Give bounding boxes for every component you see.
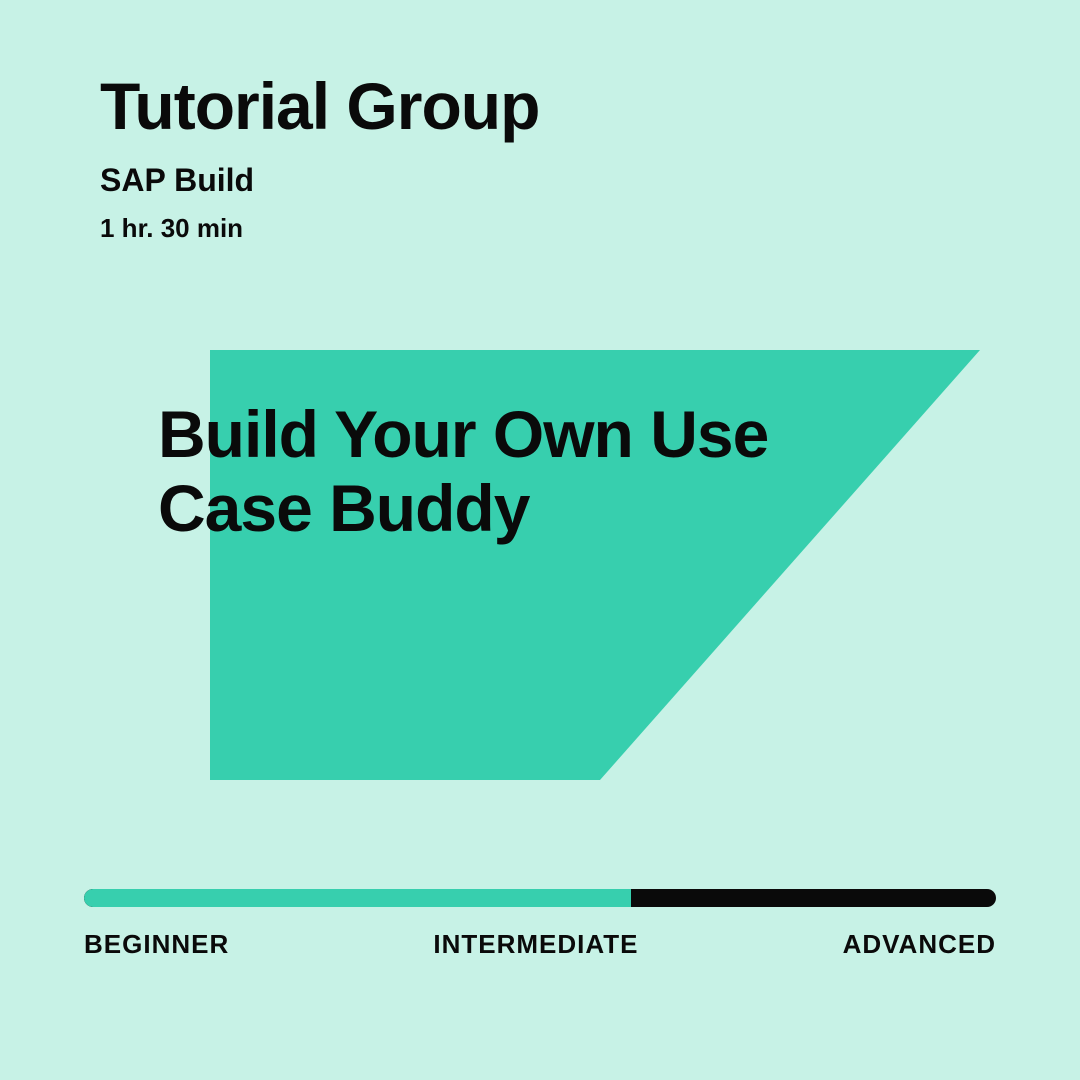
- subtitle: SAP Build: [100, 162, 539, 199]
- page-title: Tutorial Group: [100, 68, 539, 144]
- header-block: Tutorial Group SAP Build 1 hr. 30 min: [100, 68, 539, 244]
- difficulty-label-intermediate: INTERMEDIATE: [433, 929, 638, 960]
- difficulty-bar-fill: [84, 889, 631, 907]
- difficulty-labels: BEGINNER INTERMEDIATE ADVANCED: [84, 929, 996, 960]
- difficulty-bar-track: [84, 889, 996, 907]
- course-title: Build Your Own Use Case Buddy: [158, 398, 898, 546]
- difficulty-meter: BEGINNER INTERMEDIATE ADVANCED: [84, 889, 996, 960]
- duration-label: 1 hr. 30 min: [100, 213, 539, 244]
- difficulty-label-advanced: ADVANCED: [843, 929, 996, 960]
- difficulty-label-beginner: BEGINNER: [84, 929, 229, 960]
